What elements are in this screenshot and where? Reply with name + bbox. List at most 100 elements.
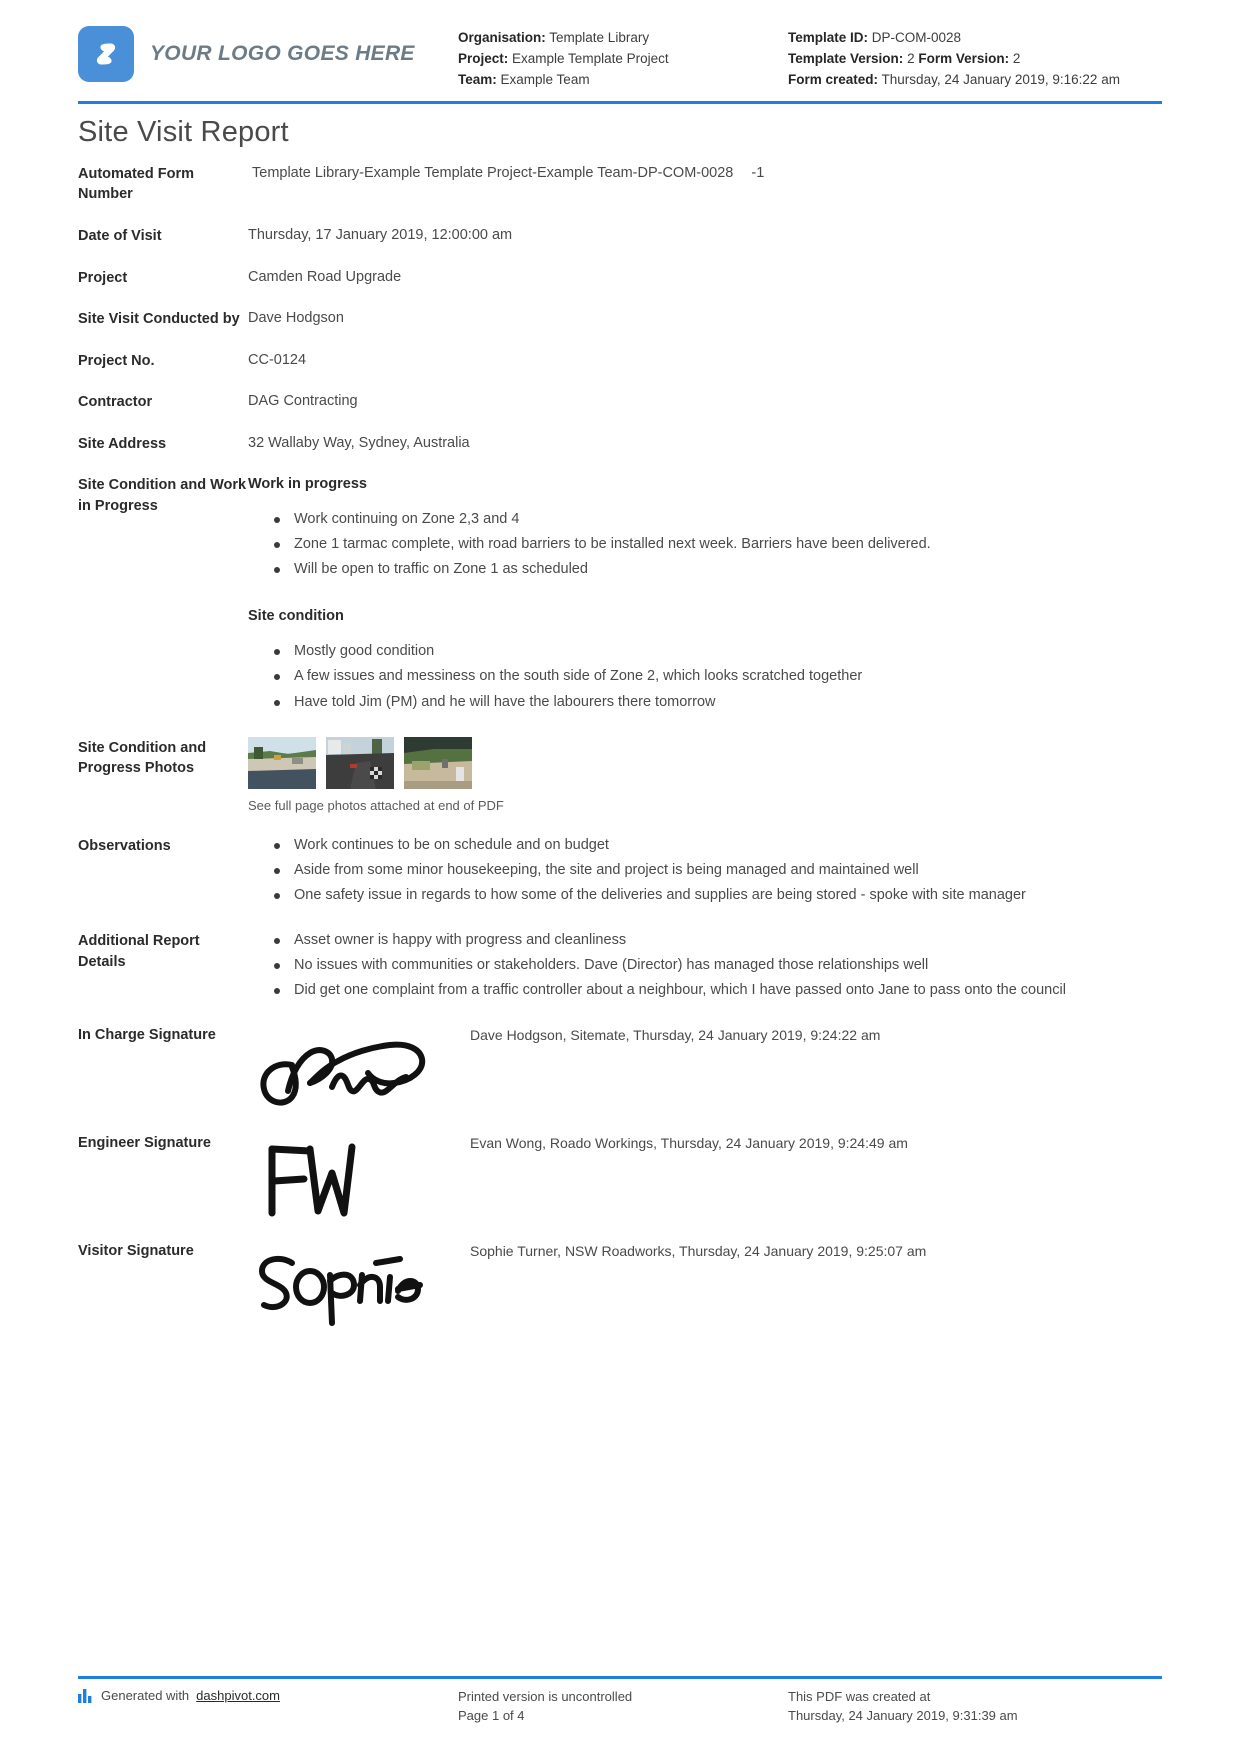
form-version-value: 2 [1012,50,1021,66]
template-id-line: Template ID: DP-COM-0028 [788,28,1162,49]
site-photo-3[interactable] [404,736,472,789]
logo-text: YOUR LOGO GOES HERE [150,42,415,65]
field-value: Template Library-Example Template Projec… [252,164,734,181]
header-meta-left: Organisation: Template Library Project: … [458,18,788,91]
page-title: Site Visit Report [78,115,289,148]
field-row-site-address: Site Address 32 Wallaby Way, Sydney, Aus… [78,433,1162,455]
field-row-automated-form-number: Automated Form Number Template Library-E… [78,163,1162,205]
project-value: Example Template Project [512,50,669,66]
field-label: Site Visit Conducted by [78,311,240,328]
field-row-project: Project Camden Road Upgrade [78,267,1162,289]
field-row-project-no: Project No. CC-0124 [78,350,1162,372]
field-label: Date of Visit [78,227,162,244]
organisation-value: Template Library [549,30,650,45]
field-label: Contractor [78,394,153,411]
list-item: Work continuing on Zone 2,3 and 4 [248,509,1162,530]
list-item: Work continues to be on schedule and on … [248,835,1162,856]
printed-notice: Printed version is uncontrolled [458,1689,633,1705]
document-footer: Generated with dashpivot.com Printed ver… [78,1676,1162,1726]
signature-label: Engineer Signature [78,1135,211,1152]
header-divider [78,100,1162,104]
list-item: No issues with communities or stakeholde… [248,955,1162,976]
template-version-label: Template Version: [788,50,904,66]
footer-print-notice: Printed version is uncontrolled Page 1 o… [458,1688,788,1726]
signature-sophie-turner [248,1241,470,1333]
field-label: Site Condition and Work in Progress [78,477,247,514]
field-row-site-condition-work: Site Condition and Work in Progress Work… [78,474,1162,716]
photo-strip [248,736,1162,789]
field-label: Additional Report Details [78,933,200,970]
organisation-line: Organisation: Template Library [458,28,788,49]
list-item: Mostly good condition [248,641,1162,662]
field-row-additional-details: Additional Report Details Asset owner is… [78,930,1162,1005]
field-row-conducted-by: Site Visit Conducted by Dave Hodgson [78,308,1162,330]
signature-meta: Dave Hodgson, Sitemate, Thursday, 24 Jan… [470,1027,881,1044]
field-label: Site Condition and Progress Photos [78,739,207,777]
footer-columns: Generated with dashpivot.com Printed ver… [78,1688,1162,1726]
bullet-list-additional-details: Asset owner is happy with progress and c… [248,930,1162,1001]
field-value: CC-0124 [248,351,307,368]
field-label: Observations [78,838,171,855]
signature-evan-wong [248,1133,470,1225]
bullet-list-work-in-progress: Work continuing on Zone 2,3 and 4 Zone 1… [248,509,1162,580]
field-value-group: Work continues to be on schedule and on … [248,835,1162,910]
document-header: YOUR LOGO GOES HERE Organisation: Templa… [0,0,1240,91]
field-value-group: Asset owner is happy with progress and c… [248,930,1162,1005]
template-id-label: Template ID: [788,30,869,45]
dashpivot-logo-icon [78,26,134,82]
form-version-label: Form Version: [918,50,1010,66]
form-created-label: Form created: [788,71,879,87]
project-line: Project: Example Template Project [458,49,788,70]
subheading-work-in-progress: Work in progress [248,476,367,493]
list-item: Zone 1 tarmac complete, with road barrie… [248,534,1162,555]
form-created-value: Thursday, 24 January 2019, 9:16:22 am [881,71,1120,87]
field-label: Site Address [78,435,167,452]
document-page: YOUR LOGO GOES HERE Organisation: Templa… [0,0,1240,1754]
signature-dave-hodgson [248,1025,470,1117]
footer-generated-with: Generated with dashpivot.com [78,1688,458,1703]
field-value: Dave Hodgson [248,310,344,327]
photos-caption: See full page photos attached at end of … [248,797,504,813]
list-item: A few issues and messiness on the south … [248,666,1162,687]
form-created-line: Form created: Thursday, 24 January 2019,… [788,70,1162,91]
signature-meta: Sophie Turner, NSW Roadworks, Thursday, … [470,1243,927,1260]
team-line: Team: Example Team [458,70,788,91]
logo-block: YOUR LOGO GOES HERE [78,18,458,82]
dashpivot-link[interactable]: dashpivot.com [196,1688,280,1703]
footer-divider [78,1676,1162,1680]
dashpivot-bars-icon [78,1688,94,1703]
version-line: Template Version: 2 Form Version: 2 [788,49,1162,70]
field-value-group: Work in progress Work continuing on Zone… [248,474,1162,716]
template-id-value: DP-COM-0028 [871,30,962,45]
list-item: Did get one complaint from a traffic con… [248,980,1162,1001]
signature-meta: Evan Wong, Roado Workings, Thursday, 24 … [470,1135,908,1152]
created-value: Thursday, 24 January 2019, 9:31:39 am [788,1708,1018,1724]
field-value-suffix: -1 [751,164,765,181]
field-row-contractor: Contractor DAG Contracting [78,391,1162,413]
list-item: Aside from some minor housekeeping, the … [248,860,1162,881]
document-body: Automated Form Number Template Library-E… [0,163,1240,1334]
team-value: Example Team [500,71,590,87]
list-item: Will be open to traffic on Zone 1 as sch… [248,559,1162,580]
field-label: Project No. [78,352,155,369]
signature-row-in-charge: In Charge Signature Dave Hodgson, Sitema… [78,1025,1162,1117]
field-value: DAG Contracting [248,393,358,410]
field-value: Camden Road Upgrade [248,268,402,285]
field-value-group: See full page photos attached at end of … [248,736,1162,816]
list-item: One safety issue in regards to how some … [248,885,1162,906]
project-label: Project: [458,50,509,66]
subheading-site-condition: Site condition [248,608,344,625]
page-number: Page 1 of 4 [458,1708,525,1724]
field-value-group: Template Library-Example Template Projec… [248,163,1162,184]
footer-created-info: This PDF was created at Thursday, 24 Jan… [788,1688,1162,1726]
field-row-observations: Observations Work continues to be on sch… [78,835,1162,910]
field-value: 32 Wallaby Way, Sydney, Australia [248,434,470,451]
field-row-photos: Site Condition and Progress Photos See f… [78,736,1162,816]
field-value: Thursday, 17 January 2019, 12:00:00 am [248,226,513,243]
team-label: Team: [458,71,497,87]
field-row-date-of-visit: Date of Visit Thursday, 17 January 2019,… [78,225,1162,247]
generated-prefix: Generated with [101,1688,190,1704]
signature-label: Visitor Signature [78,1243,194,1260]
site-photo-1[interactable] [248,736,316,789]
site-photo-2[interactable] [326,736,394,789]
